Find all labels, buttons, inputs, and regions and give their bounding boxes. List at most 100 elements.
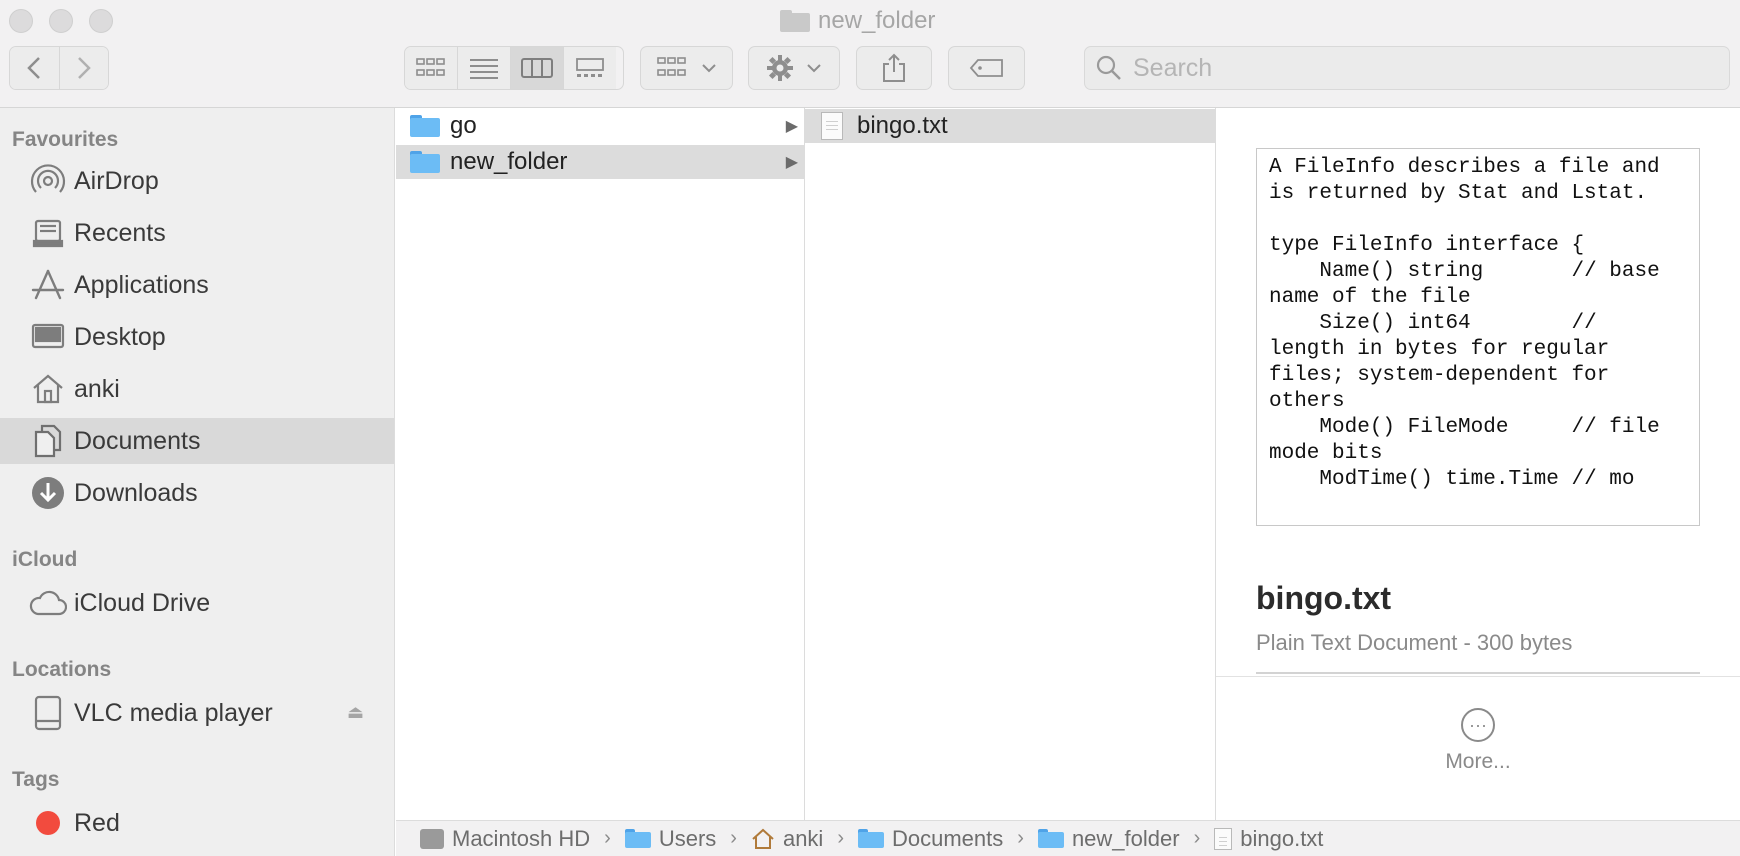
disk-icon xyxy=(28,695,68,731)
path-item-macintosh-hd[interactable]: Macintosh HD xyxy=(420,826,590,852)
sidebar-item-label: Applications xyxy=(74,270,209,299)
edit-tags-button[interactable] xyxy=(948,46,1025,90)
sidebar-item-desktop[interactable]: Desktop xyxy=(0,314,394,360)
zoom-window-button[interactable] xyxy=(89,9,113,33)
disclosure-arrow-icon: ▶ xyxy=(785,118,798,135)
path-item-label: Macintosh HD xyxy=(452,825,591,851)
folder-icon xyxy=(1037,829,1064,848)
sidebar-item-label: Desktop xyxy=(74,322,166,351)
chevron-left-icon xyxy=(27,57,41,79)
view-mode-segment xyxy=(404,46,624,90)
icon-view-button[interactable] xyxy=(405,47,458,89)
sidebar-section-favourites: Favourites xyxy=(12,128,119,151)
hard-disk-icon xyxy=(420,828,444,849)
list-icon xyxy=(470,59,498,79)
gear-icon xyxy=(767,55,793,81)
sidebar-item-label: Downloads xyxy=(74,478,198,507)
share-icon xyxy=(883,53,905,82)
folder-icon xyxy=(410,151,440,173)
action-menu-button[interactable] xyxy=(748,46,840,90)
eject-icon[interactable]: ⏏ xyxy=(347,702,364,723)
path-item-label: anki xyxy=(782,825,824,851)
disclosure-arrow-icon: ▶ xyxy=(785,154,798,171)
sidebar-item-label: VLC media player xyxy=(74,698,273,727)
path-item-new-folder[interactable]: new_folder xyxy=(1037,826,1180,852)
chevron-right-icon: › xyxy=(1193,827,1201,849)
window-title: new_folder xyxy=(780,7,935,35)
sidebar-item-airdrop[interactable]: AirDrop xyxy=(0,158,394,204)
folder-icon xyxy=(780,10,810,32)
preview-filename: bingo.txt xyxy=(1256,580,1392,616)
gallery-view-button[interactable] xyxy=(564,47,616,89)
file-preview-box: A FileInfo describes a file and is retur… xyxy=(1256,148,1700,526)
sidebar-item-label: Recents xyxy=(74,218,166,247)
list-view-button[interactable] xyxy=(458,47,511,89)
chevron-right-icon: › xyxy=(604,827,611,849)
path-item-label: bingo.txt xyxy=(1240,825,1324,851)
group-icon xyxy=(656,57,686,76)
column-view-button[interactable] xyxy=(511,47,564,89)
item-name: bingo.txt xyxy=(857,112,948,139)
chevron-down-icon xyxy=(807,64,821,73)
path-item-anki[interactable]: anki xyxy=(751,826,823,852)
preview-pane: A FileInfo describes a file and is retur… xyxy=(1216,108,1740,820)
sidebar-item-icloud-drive[interactable]: iCloud Drive xyxy=(0,580,394,626)
more-label: More... xyxy=(1445,750,1511,773)
chevron-right-icon xyxy=(77,57,91,79)
minimize-window-button[interactable] xyxy=(49,9,73,33)
sidebar-item-label: Documents xyxy=(74,426,201,455)
list-item-go[interactable]: go ▶ xyxy=(396,109,804,143)
sidebar-item-applications[interactable]: Applications xyxy=(0,262,394,308)
sidebar-item-vlc-media-player[interactable]: VLC media player ⏏ xyxy=(0,690,394,736)
browser-column-1: go ▶ new_folder ▶ xyxy=(396,108,805,820)
folder-icon xyxy=(410,115,440,137)
path-item-label: Users xyxy=(658,825,717,851)
item-name: new_folder xyxy=(450,148,568,175)
forward-button[interactable] xyxy=(59,47,108,89)
sidebar-item-tag-red[interactable]: Red xyxy=(0,800,394,846)
toolbar: new_folder xyxy=(0,0,1740,108)
sidebar-item-documents[interactable]: Documents xyxy=(0,418,394,464)
sidebar-item-label: anki xyxy=(74,374,120,403)
chevron-right-icon: › xyxy=(837,827,844,849)
search-input[interactable] xyxy=(1131,52,1715,84)
sidebar: Favourites AirDrop Recents Applications … xyxy=(0,108,395,856)
search-field[interactable] xyxy=(1084,46,1730,90)
sidebar-item-label: iCloud Drive xyxy=(74,588,211,617)
sidebar-item-recents[interactable]: Recents xyxy=(0,210,394,256)
folder-icon xyxy=(624,829,651,848)
sidebar-item-anki[interactable]: anki xyxy=(0,366,394,412)
share-button[interactable] xyxy=(856,46,932,90)
divider xyxy=(1216,676,1740,677)
home-icon xyxy=(752,828,774,849)
ellipsis-icon: ··· xyxy=(1461,708,1495,742)
item-name: go xyxy=(450,112,477,139)
path-item-bingo-txt[interactable]: bingo.txt xyxy=(1214,826,1323,852)
more-button[interactable]: ··· More... xyxy=(1431,708,1525,774)
cloud-icon xyxy=(28,585,68,621)
group-by-button[interactable] xyxy=(640,46,733,90)
home-icon xyxy=(28,371,68,407)
list-item-new-folder[interactable]: new_folder ▶ xyxy=(396,145,804,179)
sidebar-item-downloads[interactable]: Downloads xyxy=(0,470,394,516)
chevron-down-icon xyxy=(701,64,716,73)
text-document-icon xyxy=(1214,827,1233,850)
path-item-users[interactable]: Users xyxy=(624,825,717,852)
red-tag-dot-icon xyxy=(28,805,68,841)
downloads-icon xyxy=(28,475,68,511)
folder-icon xyxy=(857,829,884,848)
applications-icon xyxy=(28,267,68,303)
list-item-bingo-txt[interactable]: bingo.txt xyxy=(805,109,1215,143)
desktop-icon xyxy=(28,319,68,355)
path-item-documents[interactable]: Documents xyxy=(857,826,1003,852)
airdrop-icon xyxy=(28,163,68,199)
preview-file-kind: Plain Text Document - 300 bytes xyxy=(1256,630,1573,655)
text-document-icon xyxy=(821,112,843,140)
tag-icon xyxy=(969,59,1003,77)
window-title-text: new_folder xyxy=(818,7,936,34)
documents-icon xyxy=(28,423,68,459)
back-button[interactable] xyxy=(10,47,60,89)
file-preview-text: A FileInfo describes a file and is retur… xyxy=(1269,156,1660,491)
chevron-right-icon: › xyxy=(1017,827,1024,849)
close-window-button[interactable] xyxy=(9,9,33,33)
